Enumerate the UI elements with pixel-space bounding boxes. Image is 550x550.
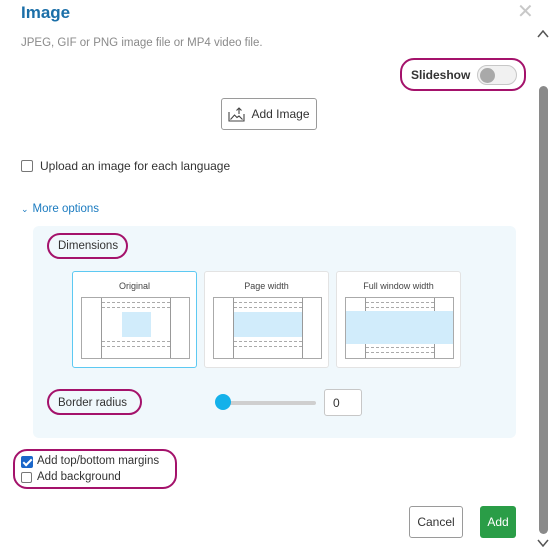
add-image-button[interactable]: Add Image [221, 98, 317, 130]
add-button[interactable]: Add [480, 506, 516, 538]
slideshow-label: Slideshow [411, 68, 471, 82]
top-bottom-margins-label: Add top/bottom margins [37, 455, 160, 467]
add-background-label: Add background [37, 471, 121, 483]
border-radius-label: Border radius [58, 397, 128, 409]
border-radius-slider-track[interactable] [220, 401, 316, 405]
upload-per-language-label: Upload an image for each language [40, 159, 231, 173]
dimension-option-page-width[interactable]: Page width [204, 271, 329, 368]
dimension-option-label: Full window width [363, 281, 434, 291]
scrollbar-thumb[interactable] [539, 86, 548, 534]
add-image-label: Add Image [251, 107, 310, 121]
dimensions-label: Dimensions [58, 240, 119, 252]
dimension-option-original[interactable]: Original [72, 271, 197, 368]
more-options-toggle[interactable]: ⌄ More options [21, 203, 99, 215]
add-image-icon [228, 106, 246, 122]
top-bottom-margins-checkbox[interactable] [21, 456, 33, 468]
more-options-label: More options [32, 203, 100, 215]
dimension-option-label: Page width [244, 281, 289, 291]
border-radius-slider-thumb[interactable] [215, 394, 231, 410]
dialog-title: Image [21, 3, 71, 22]
dialog-subtitle: JPEG, GIF or PNG image file or MP4 video… [21, 37, 263, 49]
chevron-down-icon: ⌄ [21, 204, 29, 214]
scroll-up-arrow-icon[interactable] [537, 30, 549, 38]
toggle-knob [480, 68, 495, 83]
dimension-option-full-window-width[interactable]: Full window width [336, 271, 461, 368]
page-width-preview [213, 297, 322, 359]
add-background-checkbox[interactable] [21, 472, 32, 483]
original-preview [81, 297, 190, 359]
cancel-button[interactable]: Cancel [409, 506, 463, 538]
scroll-down-arrow-icon[interactable] [537, 539, 549, 547]
dimension-option-label: Original [118, 281, 150, 291]
full-window-width-preview [345, 297, 454, 359]
slideshow-toggle[interactable] [477, 65, 517, 85]
border-radius-input[interactable]: 0 [324, 389, 362, 416]
upload-per-language-checkbox[interactable] [21, 160, 33, 172]
close-icon[interactable]: ✕ [517, 2, 534, 22]
